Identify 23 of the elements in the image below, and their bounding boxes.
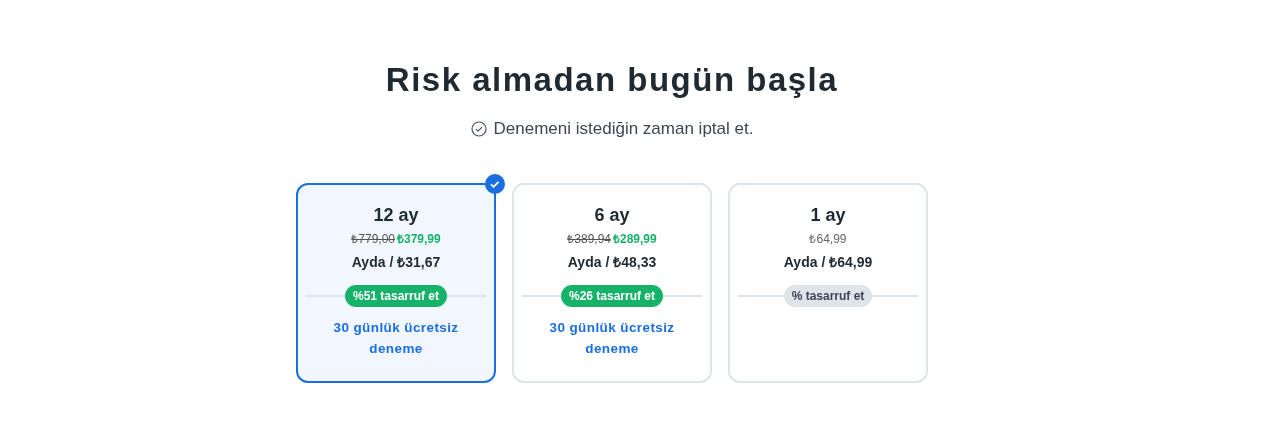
- plan-name: 12 ay: [373, 204, 419, 226]
- price: ₺379,99: [397, 231, 441, 247]
- price: ₺289,99: [613, 231, 657, 247]
- trial-text: 30 günlük ücretsiz deneme: [548, 319, 676, 358]
- price: ₺64,99: [809, 231, 847, 247]
- plan-card[interactable]: 6 ay ₺389,94 ₺289,99 Ayda / ₺48,33 %26 tasarruf et 30 günlük ücretsiz deneme: [512, 183, 712, 383]
- check-badge-icon: [485, 174, 505, 194]
- subtitle: Denemeni istediğin zaman iptal et.: [493, 119, 754, 139]
- trial-text: 30 günlük ücretsiz deneme: [332, 319, 460, 358]
- plan-name: 6 ay: [594, 204, 630, 226]
- savings-badge: %26 tasarruf et: [560, 285, 663, 307]
- savings-badge: %51 tasarruf et: [344, 285, 447, 307]
- monthly-price: Ayda / ₺64,99: [783, 253, 873, 271]
- old-price: ₺779,00: [351, 231, 395, 247]
- page-title: Risk almadan bugün başla: [385, 60, 839, 100]
- old-price: ₺389,94: [567, 231, 611, 247]
- monthly-price: Ayda / ₺48,33: [567, 253, 657, 271]
- plan-card[interactable]: 12 ay ₺779,00 ₺379,99 Ayda / ₺31,67 %51 tasarruf et 30 günlük ücretsiz deneme: [296, 183, 496, 383]
- plan-card[interactable]: 1 ay ₺64,99 Ayda / ₺64,99 % tasarruf et: [728, 183, 928, 383]
- check-circle-icon: [470, 121, 487, 137]
- savings-badge: % tasarruf et: [783, 285, 873, 307]
- plan-name: 1 ay: [810, 204, 846, 226]
- monthly-price: Ayda / ₺31,67: [351, 253, 441, 271]
